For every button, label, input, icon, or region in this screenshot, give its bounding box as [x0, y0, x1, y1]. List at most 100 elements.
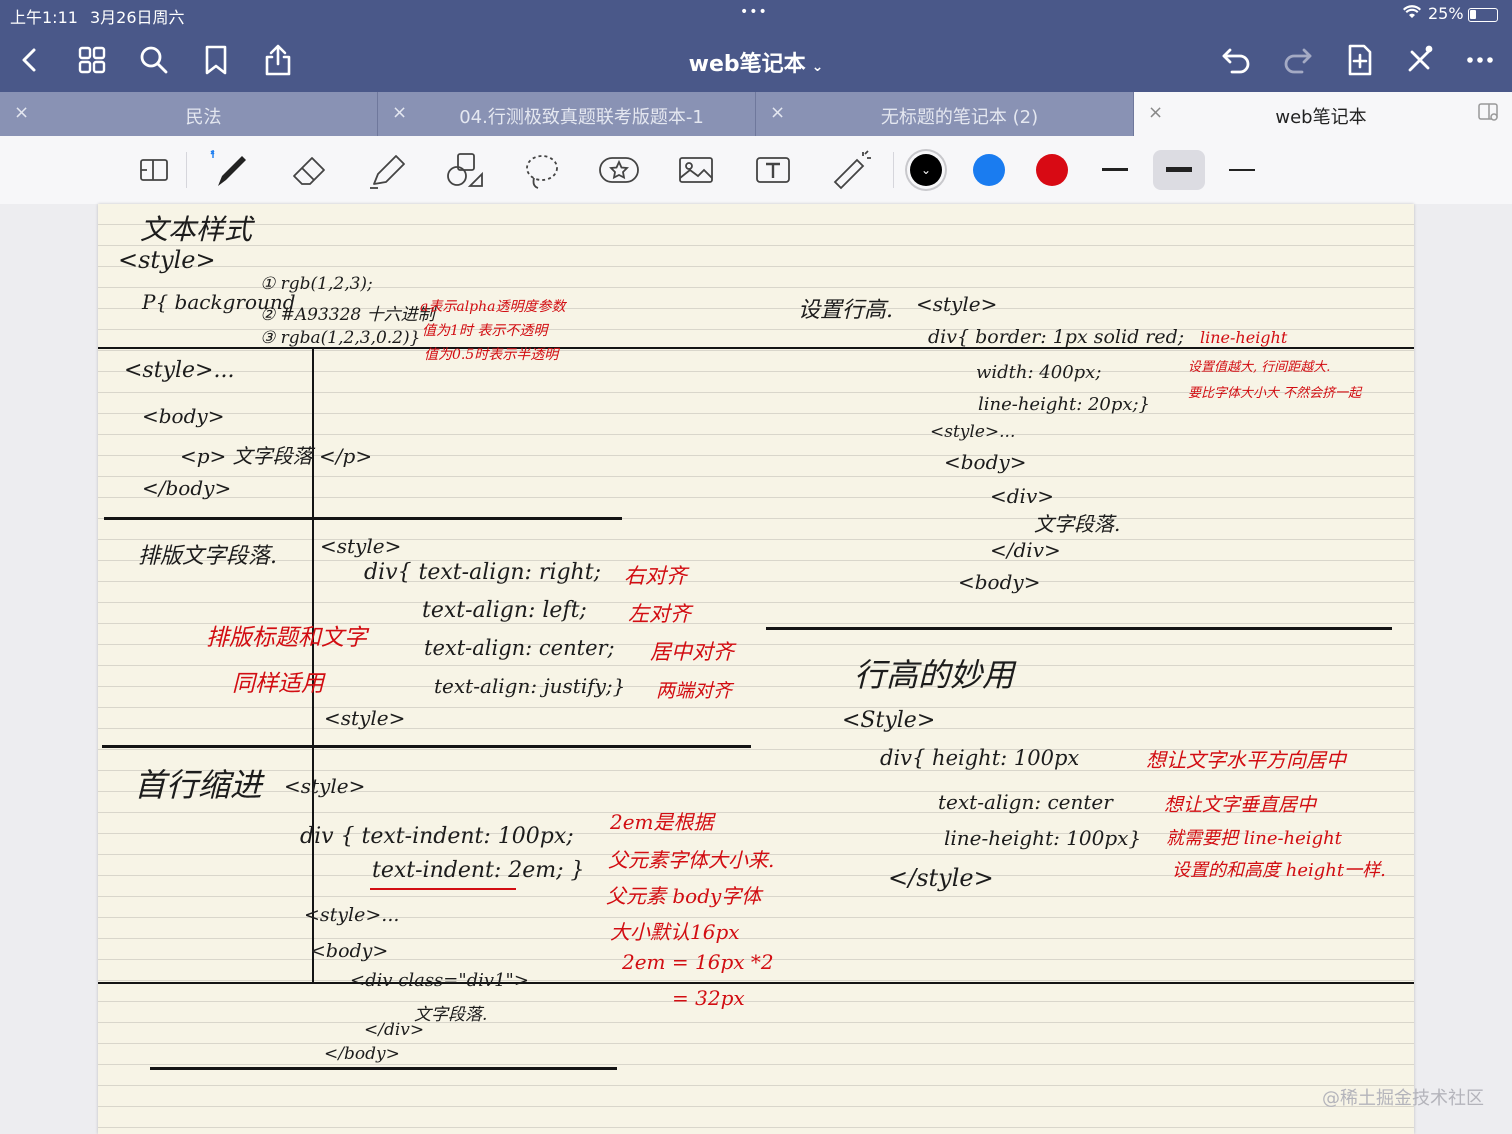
- handwritten-code: <style>...: [930, 422, 1016, 442]
- handwritten-code: </body>: [324, 1044, 400, 1064]
- close-icon[interactable]: ×: [1148, 102, 1163, 123]
- nav-bar: web笔记本 ⌄: [0, 30, 1512, 92]
- share-icon[interactable]: [260, 42, 296, 78]
- eraser-icon[interactable]: [288, 148, 332, 192]
- color-black[interactable]: ⌄: [910, 154, 942, 186]
- tab-civil-law[interactable]: × 民法: [0, 92, 378, 136]
- underline-mark: [370, 888, 516, 890]
- grid-view-icon[interactable]: [74, 42, 110, 78]
- handwritten-annotation: 父元素字体大小来.: [608, 848, 775, 872]
- handwritten-annotation: 父元素 body字体: [606, 884, 762, 908]
- handwritten-annotation: 设置值越大, 行间距越大.: [1188, 360, 1331, 375]
- handwritten-code: <style>: [284, 774, 366, 798]
- page-layout-icon[interactable]: [133, 148, 177, 192]
- watermark: @稀土掘金技术社区: [1322, 1088, 1484, 1109]
- close-icon[interactable]: ×: [392, 102, 407, 123]
- highlighter-icon[interactable]: [366, 148, 410, 192]
- bookmark-icon[interactable]: [198, 42, 234, 78]
- handwritten-annotation: 要比字体大小大 不然会挤一起: [1188, 386, 1362, 401]
- heading-line-height: 设置行高.: [798, 298, 893, 323]
- handwritten-code: </div>: [364, 1020, 425, 1040]
- add-page-icon[interactable]: [1342, 42, 1378, 78]
- handwritten-annotation: 值为1时 表示不透明: [422, 323, 548, 339]
- notebook-title[interactable]: web笔记本 ⌄: [560, 46, 952, 78]
- handwritten-annotation: 值为0.5时表示半透明: [424, 347, 559, 363]
- heading-line-height-usage: 行高的妙用: [854, 656, 1015, 694]
- redo-icon[interactable]: [1280, 42, 1316, 78]
- handwritten-annotation: 右对齐: [624, 564, 687, 588]
- status-bar: 上午1:11 3月26日周六 ••• 25%: [0, 0, 1512, 30]
- handwritten-annotation: 2em是根据: [610, 810, 714, 834]
- handwritten-code: <body>: [310, 940, 389, 962]
- tab-label: web笔记本: [1275, 107, 1367, 128]
- battery-level: [1470, 10, 1476, 19]
- handwritten-code: </style>: [888, 864, 994, 892]
- pen-width-thin[interactable]: [1089, 150, 1141, 190]
- handwritten-code: <style>...: [304, 904, 400, 926]
- handwritten-code: <style>...: [124, 358, 235, 383]
- handwritten-code: <p> 文字段落 </p>: [180, 444, 373, 468]
- handwritten-code: text-align: justify;}: [434, 674, 626, 698]
- back-icon[interactable]: [12, 42, 48, 78]
- shapes-icon[interactable]: [444, 148, 488, 192]
- close-icon[interactable]: ×: [14, 102, 29, 123]
- multitask-dots[interactable]: •••: [740, 4, 768, 20]
- section-divider: [98, 982, 1414, 984]
- handwritten-code: text-align: left;: [422, 598, 587, 623]
- handwritten-code: div{ text-align: right;: [364, 560, 601, 585]
- handwritten-code: text-align: center;: [424, 636, 615, 660]
- section-divider: [104, 517, 622, 520]
- handwritten-code: </body>: [142, 476, 232, 500]
- tab-untitled[interactable]: × 无标题的笔记本 (2): [756, 92, 1134, 136]
- undo-icon[interactable]: [1218, 42, 1254, 78]
- heading-layout: 排版文字段落.: [138, 544, 277, 569]
- color-red[interactable]: [1036, 154, 1068, 186]
- tab-label: 无标题的笔记本 (2): [880, 107, 1039, 128]
- handwritten-annotation: 2em = 16px *2: [622, 950, 774, 974]
- handwritten-code: <div>: [990, 484, 1055, 508]
- handwritten-annotation: = 32px: [672, 986, 745, 1010]
- split-view-icon[interactable]: [1478, 102, 1498, 122]
- pen-width-bar: [1166, 167, 1192, 172]
- handwritten-code: </div>: [990, 538, 1061, 562]
- handwritten-code: <div class="div1">: [350, 970, 529, 991]
- text-box-icon[interactable]: [751, 148, 795, 192]
- handwritten-code: ③ rgba(1,2,3,0.2)}: [260, 328, 421, 348]
- status-time: 上午1:11: [10, 8, 78, 27]
- sticker-icon[interactable]: [597, 148, 641, 192]
- close-edit-icon[interactable]: [1402, 42, 1438, 78]
- handwritten-code: width: 400px;: [976, 362, 1102, 383]
- pen-width-medium[interactable]: [1153, 150, 1205, 190]
- tab-exam-book[interactable]: × 04.行测极致真题联考版题本-1: [378, 92, 756, 136]
- color-blue[interactable]: [973, 154, 1005, 186]
- pen-width-thick[interactable]: [1216, 150, 1268, 190]
- image-icon[interactable]: [674, 148, 718, 192]
- close-icon[interactable]: ×: [770, 102, 785, 123]
- handwritten-annotation: a表示alpha透明度参数: [420, 299, 566, 315]
- handwritten-annotation: 两端对齐: [656, 680, 733, 702]
- handwritten-code: ② #A93328 十六进制: [260, 305, 435, 325]
- laser-pointer-icon[interactable]: [829, 148, 873, 192]
- tab-web-notebook[interactable]: × web笔记本: [1134, 92, 1512, 136]
- tab-bar: × 民法 × 04.行测极致真题联考版题本-1 × 无标题的笔记本 (2) × …: [0, 92, 1512, 136]
- handwritten-code: div{ height: 100px: [880, 746, 1080, 770]
- handwritten-code: ① rgb(1,2,3);: [260, 274, 373, 294]
- notebook-title-text: web笔记本: [688, 52, 806, 77]
- pen-icon[interactable]: [208, 148, 252, 192]
- pen-width-bar: [1229, 169, 1255, 171]
- tab-label: 民法: [185, 107, 222, 128]
- heading-text-style: 文本样式: [140, 213, 253, 246]
- search-icon[interactable]: [136, 42, 172, 78]
- handwritten-annotation: 设置的和高度 height一样.: [1172, 860, 1386, 881]
- handwritten-code: div { text-indent: 100px;: [300, 824, 574, 849]
- pen-width-bar: [1102, 168, 1128, 171]
- handwritten-annotation: 排版标题和文字: [206, 625, 367, 651]
- more-icon[interactable]: [1462, 42, 1498, 78]
- lasso-icon[interactable]: [520, 148, 564, 192]
- handwritten-annotation: 想让文字垂直居中: [1164, 794, 1317, 816]
- handwritten-annotation: 居中对齐: [650, 640, 734, 664]
- note-page[interactable]: 文本样式 <style> P{ background ① rgb(1,2,3);…: [98, 204, 1414, 1134]
- canvas-area[interactable]: 文本样式 <style> P{ background ① rgb(1,2,3);…: [0, 204, 1512, 1134]
- handwritten-code: <style>: [118, 246, 216, 274]
- chevron-down-icon: ⌄: [811, 59, 824, 75]
